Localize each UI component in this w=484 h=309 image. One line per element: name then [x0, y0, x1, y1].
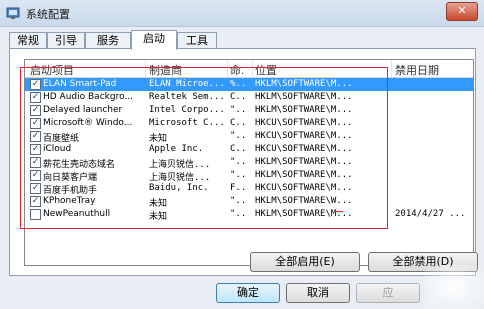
startup-item-name: ELAN Smart-Pad [43, 79, 117, 89]
startup-item-command: "... [230, 170, 247, 180]
window-title: 系统配置 [26, 8, 70, 21]
startup-item-checkbox[interactable]: ✓ [30, 79, 41, 90]
startup-item-location: HKLM\SOFTWARE\M... [255, 105, 353, 115]
column-header-command[interactable]: 命. [230, 62, 245, 78]
startup-item-manufacturer: Baidu, Inc. [149, 183, 209, 193]
column-divider[interactable] [252, 60, 253, 77]
startup-item-manufacturer: Microsoft C... [149, 118, 224, 128]
startup-item-command: "... [230, 209, 247, 219]
column-divider[interactable] [391, 60, 392, 77]
startup-item-checkbox[interactable]: ✓ [30, 144, 41, 155]
list-item[interactable]: NewPeanuthull 未知 "... HKLM\SOFTWARE\M... 201… [25, 208, 473, 222]
watermark-blur [424, 265, 484, 309]
highlight-underline [335, 211, 343, 212]
startup-item-location: HKLM\SOFTWARE\M... [255, 209, 353, 219]
startup-item-name: Delayed launcher [43, 105, 123, 115]
system-config-icon [6, 7, 20, 19]
list-item[interactable]: ✓KPhoneTray未知"...HKLM\SOFTWARE\W... [25, 195, 473, 209]
startup-item-location: HKLM\SOFTWARE\M... [255, 79, 353, 89]
tab-general[interactable]: 常规 [9, 32, 47, 49]
column-divider[interactable] [227, 60, 228, 77]
list-item[interactable]: ✓百度手机助手Baidu, Inc.F...HKCU\SOFTWARE\M... [25, 182, 473, 196]
startup-item-command: "... [230, 157, 247, 167]
startup-item-name: Microsoft® Windo... [43, 118, 133, 128]
list-item[interactable]: ✓向日葵客户端上海贝锐信..."...HKLM\SOFTWARE\M... [25, 169, 473, 183]
column-header-location[interactable]: 位置 [255, 62, 277, 78]
startup-item-location: HKLM\SOFTWARE\M... [255, 92, 353, 102]
startup-item-command: "... [230, 105, 247, 115]
cancel-button[interactable]: 取消 [286, 283, 350, 303]
startup-item-checkbox[interactable]: ✓ [30, 196, 41, 207]
column-header-item[interactable]: 启动项目 [30, 62, 74, 78]
startup-item-command: C... [230, 92, 247, 102]
startup-item-checkbox[interactable]: ✓ [30, 183, 41, 194]
startup-item-checkbox[interactable] [30, 209, 41, 220]
column-divider[interactable] [145, 60, 146, 77]
tab-services[interactable]: 服务 [85, 32, 131, 49]
list-item[interactable]: ✓HD Audio Backgro... Realtek Sem... C... HK… [25, 91, 473, 104]
startup-item-checkbox[interactable]: ✓ [30, 105, 41, 116]
startup-item-location: HKCU\SOFTWARE\M... [255, 144, 353, 154]
startup-item-location: HKLM\SOFTWARE\M... [255, 170, 353, 180]
startup-item-name: KPhoneTray [43, 196, 96, 206]
startup-item-name: HD Audio Backgro... [43, 92, 133, 102]
ok-button[interactable]: 确定 [216, 283, 280, 303]
list-item[interactable]: ✓Microsoft® Windo... Microsoft C... C... HK… [25, 117, 473, 130]
startup-item-manufacturer: Intel Corpo... [149, 105, 224, 115]
startup-item-command: F... [230, 183, 247, 193]
close-icon[interactable]: ✕ [446, 2, 478, 21]
startup-item-location: HKLM\SOFTWARE\W... [255, 196, 353, 206]
list-item[interactable]: ✓百度壁纸未知"...HKCU\SOFTWARE\M... [25, 130, 473, 144]
list-item[interactable]: ✓ ELAN Smart-Pad ELAN Microe...%.. HKLM\SOF… [25, 78, 473, 91]
startup-item-manufacturer: 未知 [149, 212, 168, 222]
startup-item-checkbox[interactable]: ✓ [30, 131, 41, 142]
list-item[interactable]: ✓薪花生壳动态域名上海贝锐信..."...HKLM\SOFTWARE\M... [25, 156, 473, 170]
startup-item-location: HKCU\SOFTWARE\M... [255, 131, 353, 141]
startup-item-name: NewPeanuthull [43, 209, 111, 219]
list-item[interactable]: ✓Delayed launcher Intel Corpo... "... HKLM\… [25, 104, 473, 117]
startup-item-checkbox[interactable]: ✓ [30, 170, 41, 181]
startup-item-checkbox[interactable]: ✓ [30, 118, 41, 129]
tab-boot[interactable]: 引导 [47, 32, 85, 49]
apply-button[interactable]: 应 [356, 283, 420, 303]
startup-item-checkbox[interactable]: ✓ [30, 92, 41, 103]
startup-item-disable-date: 2014/4/27 ... [395, 209, 465, 219]
startup-item-command: "... [230, 131, 247, 141]
list-header: 启动项目 制造商 命. 位置 禁用日期 [25, 60, 473, 78]
startup-panel: 启动项目 制造商 命. 位置 禁用日期 ✓ ELAN Smart-Pad ELAN … [9, 48, 476, 276]
startup-item-command: C... [230, 118, 247, 128]
startup-item-manufacturer: Apple Inc. [149, 144, 204, 154]
startup-item-location: HKCU\SOFTWARE\M... [255, 118, 353, 128]
startup-item-manufacturer: ELAN Microe... [149, 79, 224, 89]
tab-tools[interactable]: 工具 [177, 32, 217, 49]
column-header-manufacturer[interactable]: 制造商 [149, 62, 182, 78]
startup-item-command: %.. [230, 79, 247, 89]
startup-item-location: HKLM\SOFTWARE\M... [255, 157, 353, 167]
enable-all-button[interactable]: 全部启用(E) [250, 252, 360, 272]
title-bar: 系统配置 ✕ [0, 0, 484, 27]
startup-item-checkbox[interactable]: ✓ [30, 157, 41, 168]
startup-item-command: C... [230, 144, 247, 154]
startup-list[interactable]: 启动项目 制造商 命. 位置 禁用日期 ✓ ELAN Smart-Pad ELAN … [24, 59, 474, 266]
column-header-disable-date[interactable]: 禁用日期 [395, 62, 439, 78]
startup-item-command: "... [230, 196, 247, 206]
startup-item-manufacturer: Realtek Sem... [149, 92, 224, 102]
list-item[interactable]: ✓iCloud Apple Inc. C... HKCU\SOFTWARE\M... [25, 143, 473, 156]
startup-item-location: HKCU\SOFTWARE\M... [255, 183, 353, 193]
startup-item-name: iCloud [43, 144, 72, 154]
tab-startup[interactable]: 启动 [131, 30, 177, 50]
